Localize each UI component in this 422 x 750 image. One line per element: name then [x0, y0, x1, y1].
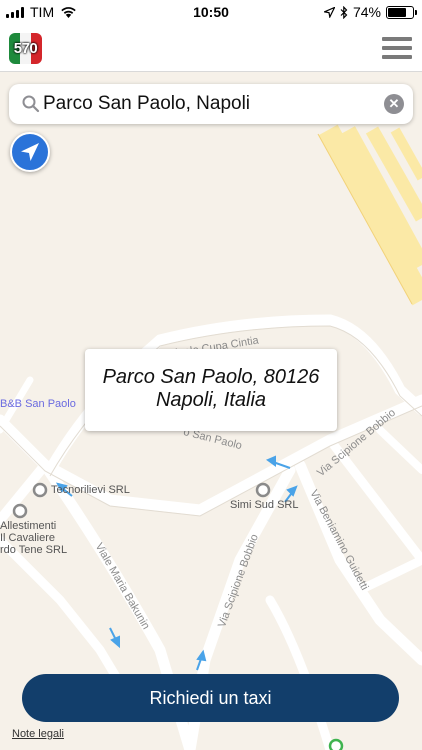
- legal-notes-link[interactable]: Note legali: [12, 728, 64, 740]
- app-logo: 570: [9, 33, 42, 64]
- popup-line1: Parco San Paolo, 80126: [102, 366, 320, 388]
- location-arrow-icon: [21, 143, 39, 161]
- status-right: 74%: [323, 4, 417, 20]
- battery-percent: 74%: [352, 4, 381, 20]
- search-input[interactable]: [43, 90, 383, 118]
- poi-label: Tecnorilievi SRL: [51, 484, 130, 496]
- poi-label: Allestimenti: [0, 520, 57, 532]
- logo-text: 570: [13, 40, 38, 57]
- locate-button[interactable]: [10, 132, 50, 172]
- poi-label: rdo Tene SRL: [0, 544, 68, 556]
- status-bar: TIM 10:50 74%: [0, 0, 422, 24]
- search-icon: [22, 95, 40, 113]
- location-popup: Parco San Paolo, 80126 Napoli, Italia: [85, 349, 337, 431]
- search-bar: ✕: [9, 84, 413, 124]
- battery-fill: [388, 7, 406, 17]
- location-services-icon: [323, 6, 335, 18]
- poi-label: Il Cavaliere: [0, 532, 56, 544]
- app-header: 570: [0, 24, 422, 72]
- battery-icon: [386, 5, 417, 19]
- poi-label: B&B San Paolo: [0, 398, 76, 410]
- popup-line2: Napoli, Italia: [155, 389, 267, 411]
- hamburger-menu-icon[interactable]: [382, 37, 412, 59]
- poi-label: Simi Sud SRL: [230, 499, 299, 511]
- request-taxi-button[interactable]: Richiedi un taxi: [22, 674, 399, 722]
- clear-icon[interactable]: ✕: [384, 94, 404, 114]
- bluetooth-icon: [340, 5, 348, 19]
